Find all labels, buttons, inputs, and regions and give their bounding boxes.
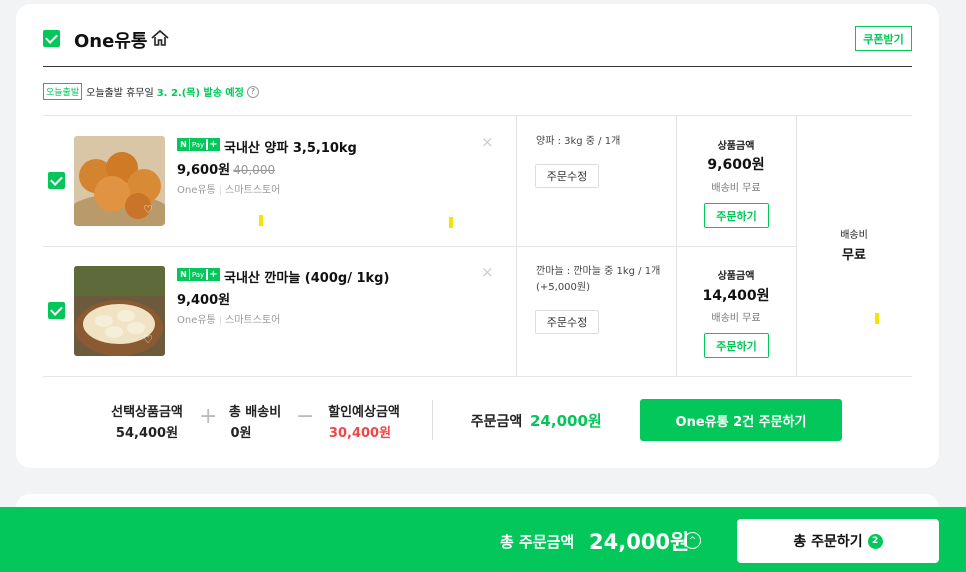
highlight-mark — [449, 217, 453, 228]
selected-amount-label: 선택상품금액 — [111, 405, 183, 420]
column-divider — [516, 115, 517, 376]
delete-icon[interactable]: × — [481, 263, 494, 281]
product-name[interactable]: 국내산 양파 3,5,10kg — [224, 137, 357, 156]
npay-plus: + — [208, 269, 219, 280]
edit-order-button[interactable]: 주문수정 — [535, 164, 599, 188]
highlight-mark — [259, 215, 263, 226]
item-select-checkbox[interactable] — [48, 172, 65, 189]
amount-value: 14,400원 — [702, 288, 770, 304]
npay-plus-badge: N Pay + — [177, 268, 220, 281]
onion-product-image[interactable]: ♡ — [74, 136, 165, 226]
store-order-button[interactable]: One유통 2건 주문하기 — [640, 399, 842, 441]
product-name[interactable]: 국내산 깐마늘 (400g/ 1kg) — [224, 267, 389, 286]
home-icon[interactable] — [150, 29, 170, 47]
header-divider — [43, 66, 912, 67]
option-text: 깐마늘 : 깐마늘 중 1kg / 1개 (+5,000원) — [536, 266, 661, 293]
item-select-checkbox[interactable] — [48, 302, 65, 319]
row-divider — [43, 376, 912, 377]
minus-icon: − — [296, 404, 315, 429]
ship-notice-text: 오늘출발 휴무일 — [86, 88, 154, 99]
heart-icon[interactable]: ♡ — [143, 203, 153, 216]
order-all-label: 총 주문하기 — [793, 534, 863, 550]
npay-n: N — [178, 269, 189, 280]
amount-value: 9,600원 — [707, 157, 765, 173]
delete-icon[interactable]: × — [481, 133, 494, 151]
order-all-button[interactable]: 총 주문하기 2 — [737, 519, 939, 563]
npay-pay: Pay — [189, 139, 206, 150]
store-cart-card: One유통 쿠폰받기 오늘출발 오늘출발 휴무일 3. 2.(목) 발송 예정 … — [16, 4, 939, 468]
summary-divider — [432, 400, 433, 440]
seller-channel: 스마트스토어 — [225, 315, 281, 326]
npay-plus: + — [208, 139, 219, 150]
order-item-button[interactable]: 주문하기 — [704, 203, 769, 228]
bottom-order-bar: 총 주문금액 24,000원 ^ 총 주문하기 2 — [0, 507, 966, 572]
delivery-fee-value: 무료 — [842, 248, 866, 263]
original-price: 40,000 — [233, 163, 276, 177]
today-ship-badge: 오늘출발 — [43, 83, 83, 100]
order-count-badge: 2 — [867, 533, 883, 549]
discount-value: 30,400원 — [328, 426, 392, 441]
highlight-mark — [875, 313, 879, 324]
amount-label: 상품금액 — [717, 141, 755, 152]
discount-label: 할인예상금액 — [328, 405, 400, 420]
option-text: 양파 : 3kg 중 / 1개 — [536, 136, 621, 147]
total-order-value: 24,000원 — [589, 530, 690, 554]
product-price: 9,400원 — [177, 293, 231, 308]
sale-price: 9,600원 — [177, 163, 231, 178]
seller-name: One유통 — [177, 315, 216, 326]
seller-info: One유통 | 스마트스토어 — [177, 315, 281, 326]
seller-channel: 스마트스토어 — [225, 185, 281, 196]
help-icon[interactable]: ? — [246, 85, 259, 98]
edit-order-button[interactable]: 주문수정 — [535, 310, 599, 334]
product-price: 9,600원 40,000 — [177, 159, 275, 178]
order-item-button[interactable]: 주문하기 — [704, 333, 769, 358]
store-select-checkbox[interactable] — [43, 30, 60, 47]
garlic-product-image[interactable]: ♡ — [74, 266, 165, 356]
row-divider — [43, 246, 796, 247]
selected-amount-value: 54,400원 — [115, 426, 179, 441]
order-amount-label: 주문금액 — [470, 414, 523, 430]
shipping-fee: 배송비 무료 — [711, 313, 761, 324]
coupon-button[interactable]: 쿠폰받기 — [855, 26, 912, 51]
npay-pay: Pay — [189, 269, 206, 280]
seller-info: One유통 | 스마트스토어 — [177, 185, 281, 196]
amount-label: 상품금액 — [717, 271, 755, 282]
heart-icon[interactable]: ♡ — [143, 333, 153, 346]
npay-n: N — [178, 139, 189, 150]
total-order-label: 총 주문금액 — [500, 533, 575, 551]
ship-date: 3. 2.(목) 발송 예정 — [156, 88, 244, 99]
total-shipping-value: 0원 — [230, 426, 252, 441]
store-name[interactable]: One유통 — [74, 27, 147, 53]
seller-name: One유통 — [177, 185, 216, 196]
total-shipping-label: 총 배송비 — [228, 405, 282, 420]
row-divider — [43, 115, 912, 116]
shipping-notice: 오늘출발 오늘출발 휴무일 3. 2.(목) 발송 예정 ? — [43, 83, 259, 100]
delivery-fee-label: 배송비 — [840, 230, 868, 241]
npay-plus-badge: N Pay + — [177, 138, 220, 151]
chevron-up-icon[interactable]: ^ — [684, 532, 701, 549]
shipping-fee: 배송비 무료 — [711, 183, 761, 194]
order-amount-value: 24,000원 — [530, 412, 602, 430]
